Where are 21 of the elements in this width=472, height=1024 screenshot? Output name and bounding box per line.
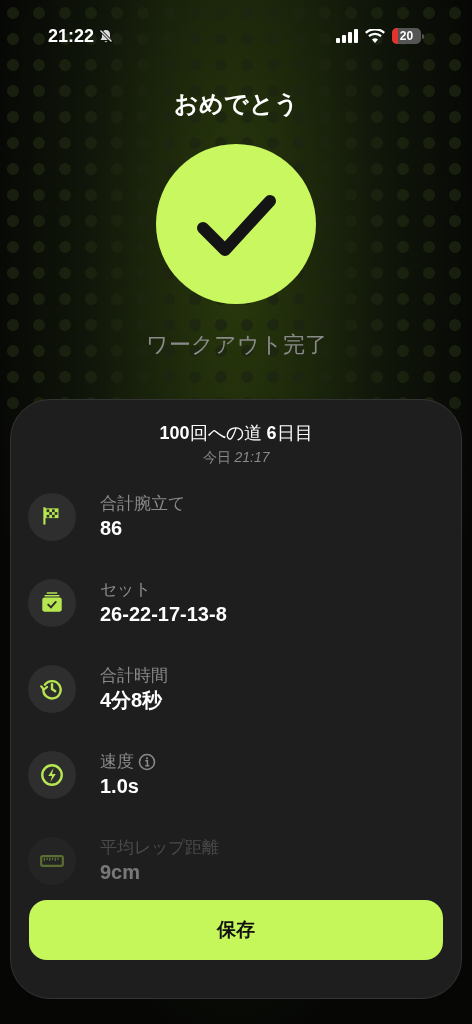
stat-value: 9cm [100, 860, 142, 885]
checkmark-circle-icon [156, 144, 316, 304]
stat-value: 86 [100, 516, 124, 541]
stat-label: 合計時間 [100, 665, 168, 687]
status-time: 21:22 [48, 24, 95, 48]
stat-label: 合計腕立て [100, 493, 185, 515]
stat-value: 26-22-17-13-8 [100, 602, 227, 627]
card-title: 100回への道 6日目 [158, 422, 314, 445]
stat-value: 4分8秒 [100, 688, 164, 713]
info-icon[interactable] [138, 753, 156, 771]
card-date: 今日 21:17 [201, 448, 271, 467]
wifi-icon [365, 29, 385, 43]
battery-icon: 20 [392, 28, 424, 44]
stat-label: 速度 [100, 751, 134, 773]
lightning-circle-icon [39, 762, 65, 788]
save-button[interactable]: 保存 [29, 900, 443, 960]
page-title: おめでとう [172, 89, 300, 119]
stat-value: 1.0s [100, 774, 140, 799]
stat-label: セット [100, 579, 151, 601]
subtitle: ワークアウト完了 [144, 331, 328, 359]
signal-icon [336, 29, 358, 43]
